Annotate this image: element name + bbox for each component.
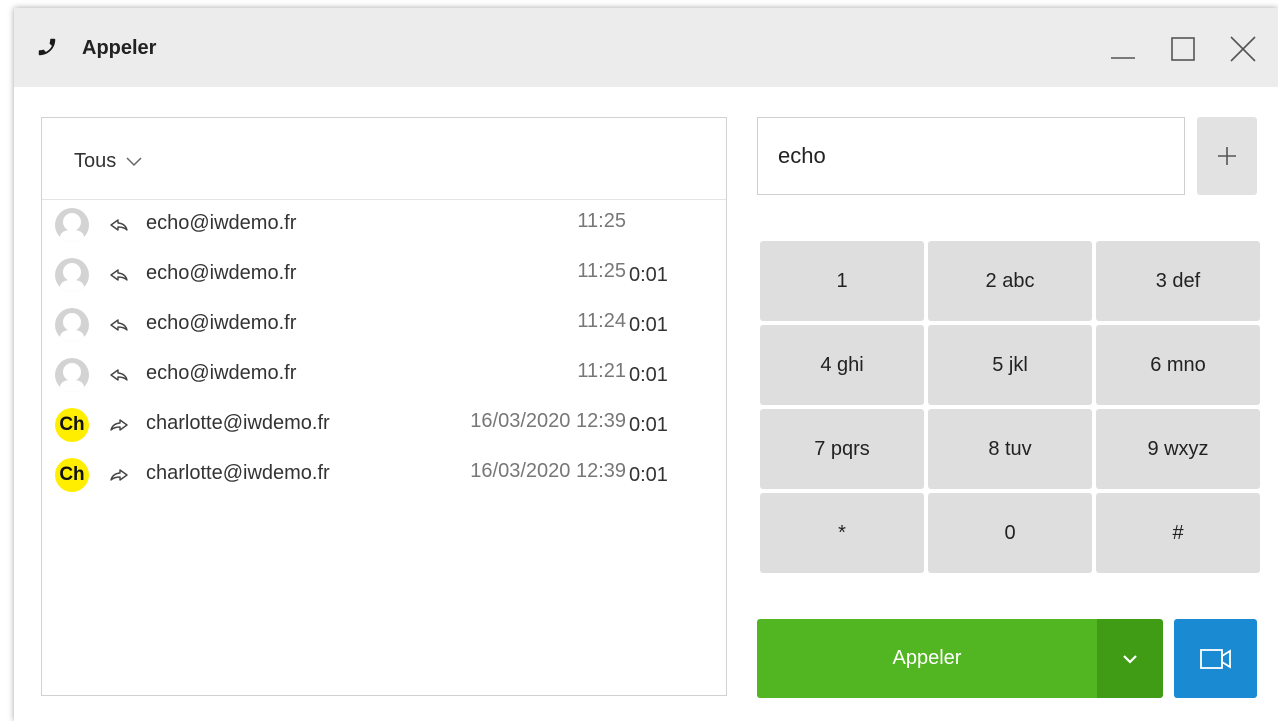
title-bar: Appeler <box>14 8 1278 87</box>
call-window: Appeler Tous echo@iwdemo.fr 11:25 echo@iwd… <box>14 8 1278 721</box>
keypad-key[interactable]: 5 jkl <box>928 325 1092 405</box>
window-title: Appeler <box>82 37 157 59</box>
call-time: 11:21 <box>577 360 626 382</box>
add-contact-button[interactable] <box>1197 117 1257 195</box>
contact-address: echo@iwdemo.fr <box>146 262 297 284</box>
user-icon <box>60 363 84 392</box>
filter-label: Tous <box>74 150 117 172</box>
call-duration: 0:01 <box>629 314 668 336</box>
outgoing-call-icon <box>110 469 128 481</box>
keypad-key[interactable]: 9 wxyz <box>1096 409 1260 489</box>
avatar <box>55 258 89 292</box>
call-options-button[interactable] <box>1097 619 1163 698</box>
incoming-call-icon <box>110 319 128 331</box>
call-duration: 0:01 <box>629 264 668 286</box>
call-button-label: Appeler <box>892 647 962 669</box>
contact-address: echo@iwdemo.fr <box>146 212 297 234</box>
close-button[interactable] <box>1226 32 1260 66</box>
avatar <box>55 308 89 342</box>
close-icon <box>1230 36 1256 62</box>
outgoing-call-icon <box>110 419 128 431</box>
history-row[interactable]: Ch charlotte@iwdemo.fr 16/03/2020 12:39 0:0… <box>42 456 726 506</box>
maximize-icon <box>1171 37 1195 61</box>
number-input[interactable] <box>757 117 1185 195</box>
keypad-key[interactable]: # <box>1096 493 1260 573</box>
chevron-down-icon <box>126 156 142 166</box>
phone-icon <box>36 36 58 58</box>
call-time: 11:25 <box>577 260 626 282</box>
history-row[interactable]: echo@iwdemo.fr 11:25 <box>42 206 726 256</box>
minimize-icon <box>1111 57 1135 59</box>
avatar: Ch <box>55 408 89 442</box>
incoming-call-icon <box>110 369 128 381</box>
avatar <box>55 208 89 242</box>
contact-address: charlotte@iwdemo.fr <box>146 462 330 484</box>
keypad-key[interactable]: 4 ghi <box>760 325 924 405</box>
history-row[interactable]: Ch charlotte@iwdemo.fr 16/03/2020 12:39 0:0… <box>42 406 726 456</box>
call-time: 16/03/2020 12:39 <box>470 460 626 482</box>
contact-address: echo@iwdemo.fr <box>146 362 297 384</box>
chevron-down-icon <box>1123 654 1137 664</box>
incoming-call-icon <box>110 269 128 281</box>
user-icon <box>60 313 84 342</box>
history-list: echo@iwdemo.fr 11:25 echo@iwdemo.fr 11:25 0:… <box>42 206 726 506</box>
call-time: 16/03/2020 12:39 <box>470 410 626 432</box>
keypad-key[interactable]: 8 tuv <box>928 409 1092 489</box>
keypad-key[interactable]: 1 <box>760 241 924 321</box>
keypad-key[interactable]: 0 <box>928 493 1092 573</box>
video-call-button[interactable] <box>1174 619 1257 698</box>
call-duration: 0:01 <box>629 414 668 436</box>
contact-address: echo@iwdemo.fr <box>146 312 297 334</box>
user-icon <box>60 213 84 242</box>
keypad-key[interactable]: * <box>760 493 924 573</box>
history-row[interactable]: echo@iwdemo.fr 11:21 0:01 <box>42 356 726 406</box>
history-row[interactable]: echo@iwdemo.fr 11:24 0:01 <box>42 306 726 356</box>
divider <box>42 199 726 200</box>
avatar: Ch <box>55 458 89 492</box>
avatar <box>55 358 89 392</box>
contact-address: charlotte@iwdemo.fr <box>146 412 330 434</box>
call-button[interactable]: Appeler <box>757 619 1097 698</box>
call-time: 11:24 <box>577 310 626 332</box>
incoming-call-icon <box>110 219 128 231</box>
keypad-key[interactable]: 6 mno <box>1096 325 1260 405</box>
history-row[interactable]: echo@iwdemo.fr 11:25 0:01 <box>42 256 726 306</box>
video-camera-icon <box>1199 648 1231 669</box>
keypad-key[interactable]: 7 pqrs <box>760 409 924 489</box>
call-duration: 0:01 <box>629 364 668 386</box>
maximize-button[interactable] <box>1166 32 1200 66</box>
call-history-panel: Tous echo@iwdemo.fr 11:25 echo@iwdemo.fr 11… <box>41 117 727 696</box>
keypad-key[interactable]: 3 def <box>1096 241 1260 321</box>
keypad-key[interactable]: 2 abc <box>928 241 1092 321</box>
minimize-button[interactable] <box>1106 32 1140 66</box>
plus-icon <box>1218 147 1236 165</box>
call-time: 11:25 <box>577 210 626 232</box>
call-duration: 0:01 <box>629 464 668 486</box>
user-icon <box>60 263 84 292</box>
dial-keypad: 12 abc 3 def 4 ghi 5 jkl 6 mno 7 pqrs 8 tuv 9 w… <box>760 241 1260 573</box>
history-filter-dropdown[interactable]: Tous <box>74 150 142 173</box>
